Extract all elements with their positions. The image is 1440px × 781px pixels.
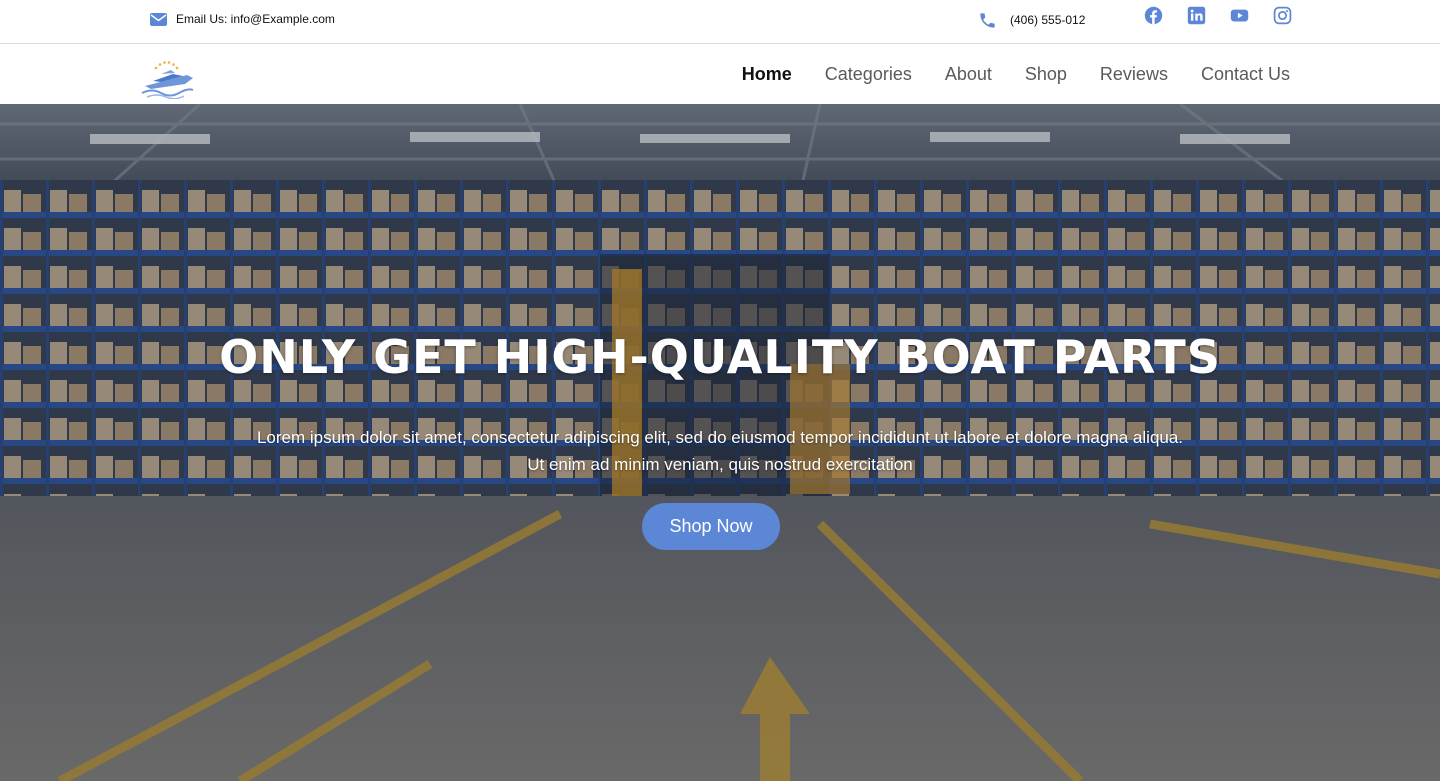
shop-now-button[interactable]: Shop Now (642, 503, 780, 550)
hero-section: ONLY GET HIGH-QUALITY BOAT PARTS Lorem i… (0, 104, 1440, 781)
nav-about[interactable]: About (945, 64, 992, 85)
main-navbar: Home Categories About Shop Reviews Conta… (0, 45, 1440, 104)
nav-categories[interactable]: Categories (825, 64, 912, 85)
boat-logo[interactable] (139, 57, 195, 99)
youtube-icon[interactable] (1230, 6, 1249, 25)
nav-shop[interactable]: Shop (1025, 64, 1067, 85)
phone-text: (406) 555-012 (1010, 13, 1086, 27)
nav-home[interactable]: Home (742, 64, 792, 85)
phone-icon (980, 12, 995, 28)
phone-contact[interactable]: (406) 555-012 (978, 10, 1085, 30)
linkedin-icon[interactable] (1187, 6, 1206, 25)
instagram-icon[interactable] (1273, 6, 1292, 25)
email-contact[interactable]: Email Us: info@Example.com (150, 10, 335, 28)
top-bar: Email Us: info@Example.com (406) 555-012 (0, 0, 1440, 44)
nav-reviews[interactable]: Reviews (1100, 64, 1168, 85)
email-text: Email Us: info@Example.com (176, 12, 335, 26)
facebook-icon[interactable] (1144, 6, 1163, 25)
hero-subtitle: Lorem ipsum dolor sit amet, consectetur … (256, 428, 1184, 474)
nav-contact-us[interactable]: Contact Us (1201, 64, 1290, 85)
primary-nav: Home Categories About Shop Reviews Conta… (742, 45, 1290, 104)
mail-icon (150, 12, 167, 26)
hero-title: ONLY GET HIGH-QUALITY BOAT PARTS (219, 330, 1221, 384)
social-links (1144, 6, 1292, 25)
